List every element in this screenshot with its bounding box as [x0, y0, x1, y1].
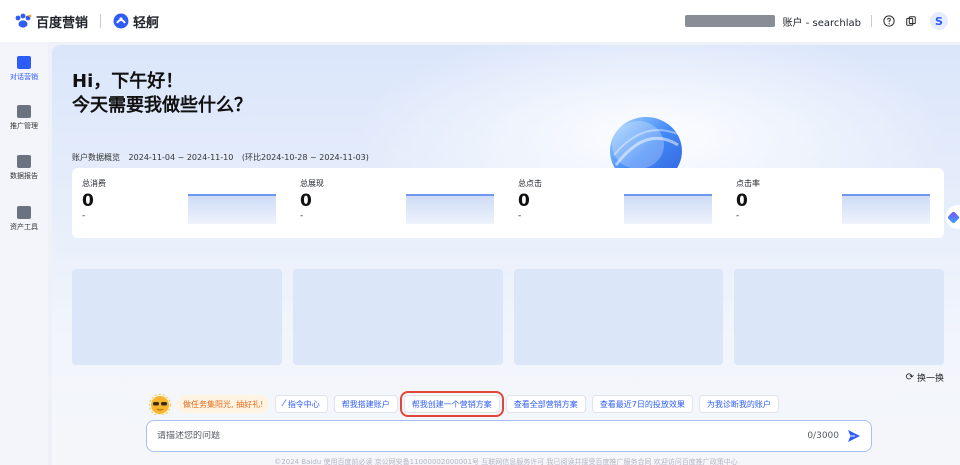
avatar[interactable]: S	[930, 12, 948, 30]
sidebar-item-chat-marketing[interactable]: 对话营销	[0, 56, 48, 82]
copy-icon[interactable]	[904, 14, 918, 28]
sidebar-item-report[interactable]: 数据报告	[0, 155, 48, 181]
stat-total-impressions[interactable]: 总展现 0 -	[290, 168, 508, 238]
brand[interactable]: 百度营销 轻舸	[14, 12, 159, 31]
stat-label: 点击率	[736, 179, 760, 188]
overview-compare: (环比2024-10-28 ~ 2024-11-03)	[241, 153, 369, 162]
stat-sparkline	[624, 194, 712, 224]
top-divider	[871, 15, 872, 27]
footer: ©2024 Baidu 使用百度前必读 京公网安备11000002000001号…	[274, 458, 738, 465]
greeting-line-1: Hi，下午好！	[72, 71, 184, 92]
stat-ctr[interactable]: 点击率 0 -	[726, 168, 944, 238]
brand-name: 百度营销	[36, 15, 89, 31]
suggestion-cards	[72, 269, 944, 365]
baidu-paw-icon	[14, 13, 32, 29]
sidebar-item-toolbox[interactable]: 资产工具	[0, 206, 48, 232]
sun-mascot-icon	[148, 393, 172, 415]
suggestion-card[interactable]	[513, 269, 724, 365]
send-icon[interactable]	[847, 429, 861, 443]
toolbox-icon	[17, 206, 31, 219]
qingge-logo-icon	[113, 13, 129, 29]
main-panel: Hi，下午好！ 今天需要我做些什么？ 账户数据概览 2024-11-04 ~ 2…	[52, 45, 960, 465]
promotion-icon	[17, 105, 31, 118]
stat-sparkline	[188, 194, 276, 224]
top-bar: 百度营销 轻舸 账户 - searchlab S	[0, 0, 960, 42]
top-right-area: 账户 - searchlab S	[684, 12, 948, 30]
greeting-line-2: 今天需要我做些什么？	[72, 95, 252, 116]
chip-create-marketing-plan[interactable]: 帮我创建一个营销方案	[399, 391, 504, 417]
chip-diagnose-account[interactable]: 为我诊断我的账户	[698, 395, 779, 413]
account-name-redacted	[684, 15, 775, 27]
overview-range: 2024-11-04 ~ 2024-11-10	[128, 153, 234, 162]
stat-sparkline	[406, 194, 494, 224]
brand-divider	[100, 14, 102, 28]
sidebar: 对话营销 推广管理 数据报告 资产工具	[0, 42, 48, 465]
prompt-input[interactable]	[157, 431, 808, 441]
overview-label: 账户数据概览	[72, 153, 120, 162]
stat-label: 总展现	[300, 179, 324, 188]
overview-header: 账户数据概览 2024-11-04 ~ 2024-11-10 (环比2024-1…	[72, 152, 375, 163]
help-icon[interactable]	[882, 14, 896, 28]
chip-command-center[interactable]: ⁄ 指令中心	[275, 395, 328, 413]
quick-actions: 做任务集阳光, 抽好礼! ⁄ 指令中心 帮我搭建账户 帮我创建一个营销方案 查看…	[145, 391, 779, 417]
chip-view-all-plans[interactable]: 查看全部营销方案	[505, 395, 586, 413]
stat-label: 总点击	[518, 179, 542, 188]
report-icon	[17, 155, 31, 168]
refresh-icon: ⟳	[905, 372, 914, 383]
stat-label: 总消费	[82, 179, 106, 188]
sidebar-item-label: 对话营销	[10, 73, 38, 81]
sidebar-item-label: 资产工具	[10, 223, 38, 231]
account-label[interactable]: 账户 - searchlab	[783, 14, 861, 29]
stats-card: 总消费 0 - 总展现 0 - 总点击 0 - 点击率 0 -	[72, 168, 944, 238]
suggestion-card[interactable]	[292, 269, 503, 365]
chip-view-7day-results[interactable]: 查看最近7日的投放效果	[591, 395, 693, 413]
chip-build-account[interactable]: 帮我搭建账户	[333, 395, 398, 413]
suggestion-card[interactable]	[72, 269, 282, 365]
command-icon: ⁄	[283, 399, 285, 409]
stat-sparkline	[842, 194, 930, 224]
sidebar-item-promotion[interactable]: 推广管理	[0, 105, 48, 131]
sidebar-item-label: 推广管理	[10, 122, 38, 130]
sidebar-item-label: 数据报告	[10, 172, 38, 180]
char-count: 0/3000	[807, 431, 839, 441]
prompt-box: 0/3000	[146, 420, 872, 452]
product-name: 轻舸	[133, 15, 160, 31]
chip-label: 指令中心	[287, 399, 320, 409]
task-reward-chip[interactable]: 做任务集阳光, 抽好礼!	[177, 395, 270, 413]
suggestion-card[interactable]	[734, 269, 944, 365]
stat-total-cost[interactable]: 总消费 0 -	[72, 168, 290, 238]
chat-marketing-icon	[17, 56, 31, 69]
stat-total-clicks[interactable]: 总点击 0 -	[508, 168, 726, 238]
refresh-label: 换一换	[916, 374, 944, 384]
refresh-button[interactable]: ⟳ 换一换	[906, 371, 944, 384]
